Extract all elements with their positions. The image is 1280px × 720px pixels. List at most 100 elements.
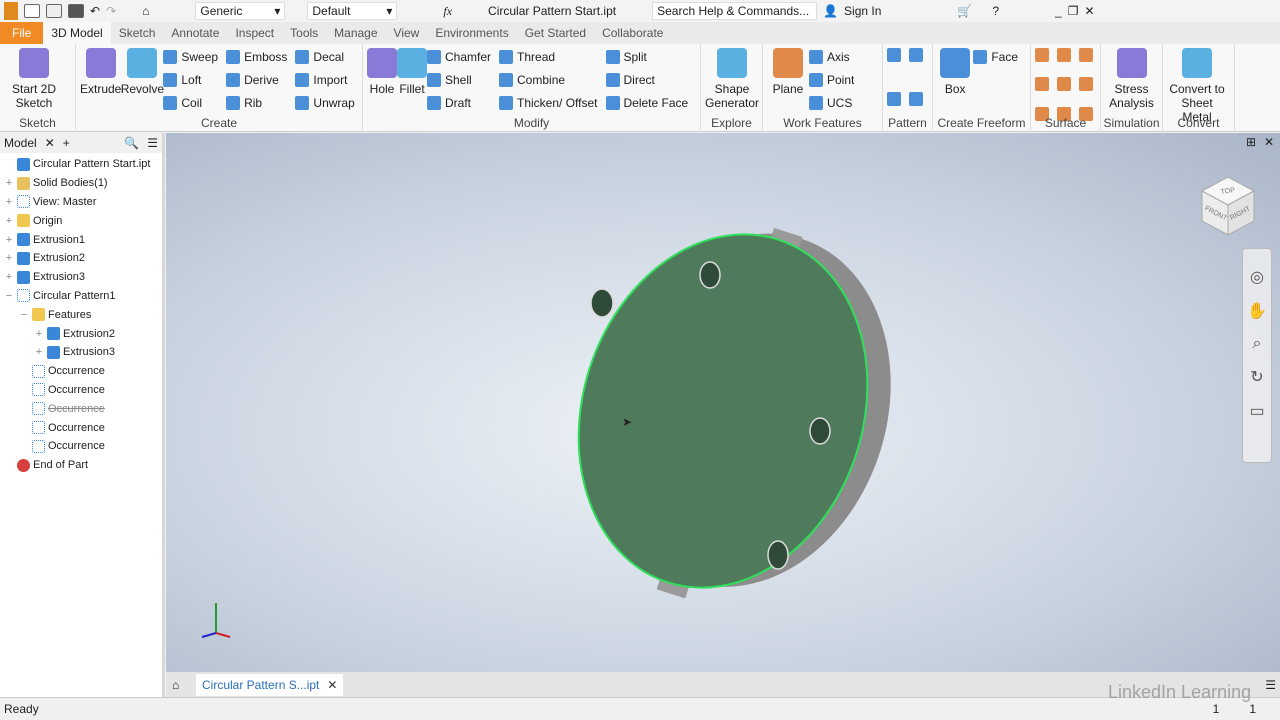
thicken-offset-button[interactable]: Thicken/ Offset: [499, 94, 598, 112]
derive-button[interactable]: Derive: [226, 71, 287, 89]
tree-node-occurrence[interactable]: Occurrence: [0, 418, 162, 437]
tab-annotate[interactable]: Annotate: [163, 22, 227, 44]
tree-node-features[interactable]: − Features: [0, 305, 162, 324]
expand-toggle[interactable]: +: [4, 177, 14, 189]
sign-in-link[interactable]: Sign In: [844, 4, 881, 18]
tree-node-occurrence[interactable]: Occurrence: [0, 399, 162, 418]
draft-button[interactable]: Draft: [427, 94, 491, 112]
search-icon[interactable]: 🔍: [124, 136, 139, 150]
tab-get-started[interactable]: Get Started: [517, 22, 594, 44]
import-button[interactable]: Import: [295, 71, 354, 89]
tree-node-extrusion3[interactable]: + Extrusion3: [0, 268, 162, 287]
new-file-icon[interactable]: [24, 4, 40, 18]
unwrap-button[interactable]: Unwrap: [295, 94, 355, 112]
tab-menu-icon[interactable]: ☰: [1265, 678, 1276, 692]
loft-button[interactable]: Loft: [163, 71, 218, 89]
expand-toggle[interactable]: +: [4, 234, 14, 246]
sweep-button[interactable]: Sweep: [163, 48, 218, 66]
close-doc-icon[interactable]: ✕: [327, 678, 337, 692]
tab-collaborate[interactable]: Collaborate: [594, 22, 671, 44]
tab-view[interactable]: View: [386, 22, 428, 44]
home-icon[interactable]: ⌂: [142, 4, 149, 18]
minimize-button[interactable]: _: [1055, 4, 1062, 18]
tab-model[interactable]: Model: [4, 136, 37, 150]
tree-node-view-master[interactable]: + View: Master: [0, 193, 162, 212]
tree-node-extrusion2[interactable]: + Extrusion2: [0, 324, 162, 343]
face-button[interactable]: Face: [973, 48, 1018, 66]
tab-sketch[interactable]: Sketch: [111, 22, 164, 44]
pattern-tool-icon[interactable]: [887, 92, 901, 106]
coil-button[interactable]: Coil: [163, 94, 218, 112]
add-tab-icon[interactable]: +: [63, 136, 70, 150]
tree-node-occurrence[interactable]: Occurrence: [0, 381, 162, 400]
pattern-tool-icon[interactable]: [887, 48, 901, 62]
rib-button[interactable]: Rib: [226, 94, 287, 112]
tab-3d-model[interactable]: 3D Model: [43, 22, 111, 44]
open-icon[interactable]: [46, 4, 62, 18]
fx-icon[interactable]: fx: [443, 4, 452, 19]
tab-file[interactable]: File: [0, 22, 44, 44]
tab-inspect[interactable]: Inspect: [227, 22, 282, 44]
appearance-select[interactable]: Default ▾: [307, 2, 398, 20]
surface-tool-icon[interactable]: [1079, 77, 1093, 92]
doc-tab-circular-pattern[interactable]: Circular Pattern S...ipt ✕: [196, 673, 344, 696]
orbit-icon[interactable]: ↻: [1250, 367, 1263, 387]
save-icon[interactable]: [68, 4, 84, 18]
tree-node-occurrence[interactable]: Occurrence: [0, 437, 162, 456]
undo-icon[interactable]: ↶: [90, 4, 100, 18]
tree-node-end-of-part[interactable]: End of Part: [0, 456, 162, 475]
expand-toggle[interactable]: +: [34, 328, 44, 340]
search-help-input[interactable]: Search Help & Commands...: [652, 2, 818, 20]
expand-toggle[interactable]: +: [34, 346, 44, 358]
tab-manage[interactable]: Manage: [326, 22, 385, 44]
tree-node-extrusion3[interactable]: + Extrusion3: [0, 343, 162, 362]
tree-node-solid-bodies-1[interactable]: + Solid Bodies(1): [0, 174, 162, 193]
surface-tool-icon[interactable]: [1035, 48, 1049, 62]
home-tab-icon[interactable]: ⌂: [172, 678, 179, 692]
tree-node-circular-pattern-start-ipt[interactable]: Circular Pattern Start.ipt: [0, 155, 162, 174]
close-tab-icon[interactable]: ✕: [45, 136, 55, 150]
cart-icon[interactable]: 🛒: [957, 4, 972, 18]
expand-toggle[interactable]: −: [4, 290, 14, 302]
expand-toggle[interactable]: +: [4, 252, 14, 264]
tree-node-occurrence[interactable]: Occurrence: [0, 362, 162, 381]
chamfer-button[interactable]: Chamfer: [427, 48, 491, 66]
menu-icon[interactable]: ☰: [147, 136, 158, 150]
ucs-button[interactable]: UCS: [809, 94, 854, 112]
direct-button[interactable]: Direct: [605, 71, 689, 89]
close-view-icon[interactable]: ✕: [1264, 135, 1274, 149]
decal-button[interactable]: Decal: [295, 48, 354, 66]
close-button[interactable]: ✕: [1085, 4, 1095, 18]
combine-button[interactable]: Combine: [499, 71, 597, 89]
thread-button[interactable]: Thread: [499, 48, 597, 66]
tree-node-extrusion2[interactable]: + Extrusion2: [0, 249, 162, 268]
point-button[interactable]: Point: [809, 71, 854, 89]
restore-button[interactable]: ❐: [1068, 4, 1079, 18]
redo-icon[interactable]: ↷: [106, 4, 116, 18]
tree-node-circular-pattern1[interactable]: − Circular Pattern1: [0, 287, 162, 306]
surface-tool-icon[interactable]: [1079, 48, 1093, 62]
surface-tool-icon[interactable]: [1057, 48, 1071, 62]
help-icon[interactable]: ?: [992, 4, 999, 18]
surface-tool-icon[interactable]: [1057, 77, 1071, 92]
material-select[interactable]: Generic ▾: [195, 2, 286, 20]
expand-toggle[interactable]: +: [4, 215, 14, 227]
steering-wheel-icon[interactable]: ◎: [1250, 267, 1264, 287]
pattern-tool-icon[interactable]: [909, 48, 923, 62]
maximize-view-icon[interactable]: ⊞: [1246, 135, 1256, 149]
tab-environments[interactable]: Environments: [427, 22, 516, 44]
expand-toggle[interactable]: +: [4, 271, 14, 283]
zoom-icon[interactable]: ⌕: [1253, 335, 1262, 353]
pattern-tool-icon[interactable]: [909, 92, 923, 106]
split-button[interactable]: Split: [605, 48, 689, 66]
expand-toggle[interactable]: −: [19, 309, 29, 321]
emboss-button[interactable]: Emboss: [226, 48, 287, 66]
delete-face-button[interactable]: Delete Face: [605, 94, 688, 112]
tab-tools[interactable]: Tools: [282, 22, 326, 44]
graphics-viewport[interactable]: TOP FRONT RIGHT ⊞ ✕ ◎ ✋ ⌕ ↻ ▭ ➤: [166, 133, 1280, 672]
shell-button[interactable]: Shell: [427, 71, 491, 89]
expand-toggle[interactable]: +: [4, 196, 14, 208]
tree-node-origin[interactable]: + Origin: [0, 211, 162, 230]
axis-button[interactable]: Axis: [809, 48, 854, 66]
look-at-icon[interactable]: ▭: [1249, 401, 1264, 421]
